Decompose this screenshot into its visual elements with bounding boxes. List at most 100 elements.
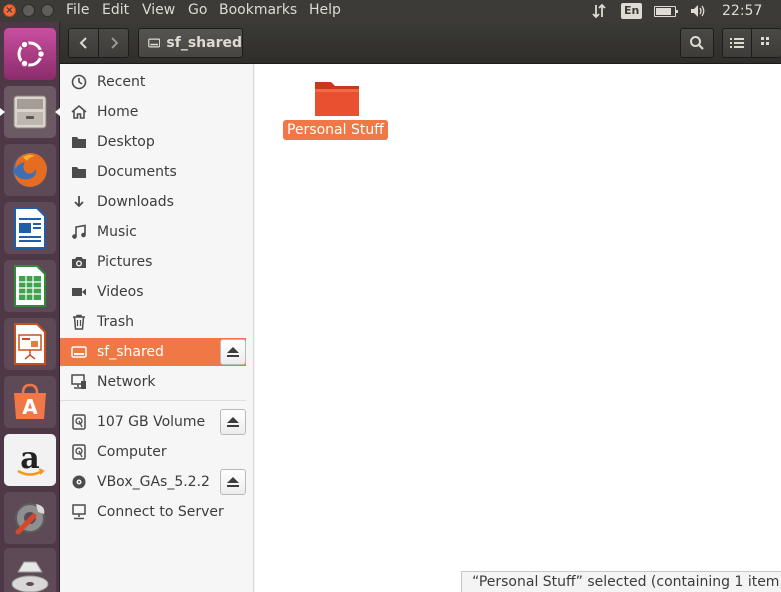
writer-icon[interactable] xyxy=(4,202,56,254)
calc-icon[interactable] xyxy=(4,260,56,312)
top-panel: × File Edit View Go Bookmarks Help En 22… xyxy=(0,0,781,22)
eject-icon xyxy=(227,477,239,487)
camera-icon xyxy=(70,253,88,271)
chevron-left-icon xyxy=(79,37,87,49)
network-icon xyxy=(70,373,88,391)
svg-text:A: A xyxy=(22,395,38,419)
folder-icon xyxy=(315,82,359,116)
sidebar-item-label: Desktop xyxy=(97,134,155,150)
sidebar-item-label: 107 GB Volume xyxy=(97,414,206,430)
software-center-icon[interactable]: A xyxy=(4,376,56,428)
sidebar-item-label: Music xyxy=(97,224,137,240)
network-indicator-icon[interactable] xyxy=(589,0,609,22)
sidebar-item-107gb-volume[interactable]: 107 GB Volume xyxy=(60,408,246,436)
eject-icon xyxy=(227,347,239,357)
menu-go[interactable]: Go xyxy=(188,1,207,19)
amazon-icon[interactable]: a xyxy=(4,434,56,486)
sidebar-item-label: Videos xyxy=(97,284,144,300)
eject-button[interactable] xyxy=(220,469,246,495)
menu-file[interactable]: File xyxy=(66,1,89,19)
sidebar-item-home[interactable]: Home xyxy=(60,98,246,126)
sidebar-item-documents[interactable]: Documents xyxy=(60,158,246,186)
files-icon[interactable] xyxy=(0,86,60,138)
clock-icon xyxy=(70,73,88,91)
file-view[interactable]: Personal Stuff xyxy=(255,64,781,592)
disk-icon xyxy=(70,443,88,461)
maximize-window-button[interactable] xyxy=(41,4,54,17)
folder-icon xyxy=(70,133,88,151)
sidebar-item-downloads[interactable]: Downloads xyxy=(60,188,246,216)
search-icon xyxy=(690,36,704,50)
volume-icon[interactable] xyxy=(688,0,708,22)
list-icon xyxy=(730,38,744,48)
sidebar-item-recent[interactable]: Recent xyxy=(60,68,246,96)
grid-view-button[interactable] xyxy=(751,28,781,58)
launcher: A a xyxy=(0,22,60,592)
music-icon xyxy=(70,223,88,241)
system-settings-icon[interactable] xyxy=(4,492,56,544)
eject-icon xyxy=(227,417,239,427)
sidebar-item-label: Computer xyxy=(97,444,167,460)
sidebar-item-computer[interactable]: Computer xyxy=(60,438,246,466)
menu-bookmarks[interactable]: Bookmarks xyxy=(219,1,297,19)
sidebar-separator xyxy=(60,400,246,401)
home-icon xyxy=(70,103,88,121)
header-bar: sf_shared xyxy=(60,22,781,64)
sidebar-item-label: sf_shared xyxy=(97,344,164,360)
sidebar-item-videos[interactable]: Videos xyxy=(60,278,246,306)
sidebar-item-sf-shared[interactable]: sf_shared xyxy=(60,338,246,366)
firefox-icon[interactable] xyxy=(4,144,56,196)
sidebar-item-network[interactable]: Network xyxy=(60,368,246,396)
file-name: Personal Stuff xyxy=(283,120,388,140)
eject-button[interactable] xyxy=(220,339,246,365)
sidebar-item-label: Pictures xyxy=(97,254,153,270)
keyboard-indicator[interactable]: En xyxy=(621,0,643,22)
back-button[interactable] xyxy=(68,28,99,58)
sidebar-item-label: Recent xyxy=(97,74,146,90)
list-view-button[interactable] xyxy=(722,28,752,58)
download-icon xyxy=(70,193,88,211)
optical-icon xyxy=(70,473,88,491)
close-window-button[interactable]: × xyxy=(3,4,16,17)
impress-icon[interactable] xyxy=(4,318,56,370)
server-icon xyxy=(70,503,88,521)
battery-icon[interactable] xyxy=(654,0,678,22)
forward-button[interactable] xyxy=(98,28,129,58)
sidebar-item-label: VBox_GAs_5.2.2 xyxy=(97,474,210,490)
grid-icon xyxy=(760,37,769,45)
trash-icon xyxy=(70,313,88,331)
sidebar-item-vbox-gas[interactable]: VBox_GAs_5.2.2 xyxy=(60,468,246,496)
drive-icon xyxy=(148,38,161,48)
sidebar-item-label: Home xyxy=(97,104,139,120)
disk-icon xyxy=(70,413,88,431)
keyboard-layout: En xyxy=(621,3,643,19)
ubuntu-dash-icon[interactable] xyxy=(4,28,56,80)
drive-icon xyxy=(70,343,88,361)
sidebar-item-connect-to-server[interactable]: Connect to Server xyxy=(60,498,246,526)
sidebar-item-label: Network xyxy=(97,374,156,390)
menu-edit[interactable]: Edit xyxy=(102,1,129,19)
sidebar-item-desktop[interactable]: Desktop xyxy=(60,128,246,156)
sidebar-item-music[interactable]: Music xyxy=(60,218,246,246)
dvd-icon[interactable] xyxy=(4,548,56,592)
chevron-right-icon xyxy=(110,37,118,49)
menu-help[interactable]: Help xyxy=(309,1,341,19)
path-bar-button[interactable]: sf_shared xyxy=(138,28,243,58)
sidebar-item-trash[interactable]: Trash xyxy=(60,308,246,336)
folder-icon xyxy=(70,163,88,181)
video-icon xyxy=(70,283,88,301)
path-label: sf_shared xyxy=(166,35,242,51)
minimize-window-button[interactable] xyxy=(22,4,35,17)
sidebar-item-label: Trash xyxy=(97,314,134,330)
sidebar-item-label: Downloads xyxy=(97,194,174,210)
clock[interactable]: 22:57 xyxy=(722,0,762,22)
menu-view[interactable]: View xyxy=(142,1,175,19)
eject-button[interactable] xyxy=(220,409,246,435)
status-bar: “Personal Stuff” selected (containing 1 … xyxy=(461,571,781,592)
sidebar-item-pictures[interactable]: Pictures xyxy=(60,248,246,276)
svg-text:a: a xyxy=(20,441,39,476)
places-sidebar: Recent Home Desktop Documents Downloads … xyxy=(60,64,254,592)
search-button[interactable] xyxy=(680,28,714,58)
sidebar-item-label: Documents xyxy=(97,164,177,180)
sidebar-item-label: Connect to Server xyxy=(97,504,224,520)
